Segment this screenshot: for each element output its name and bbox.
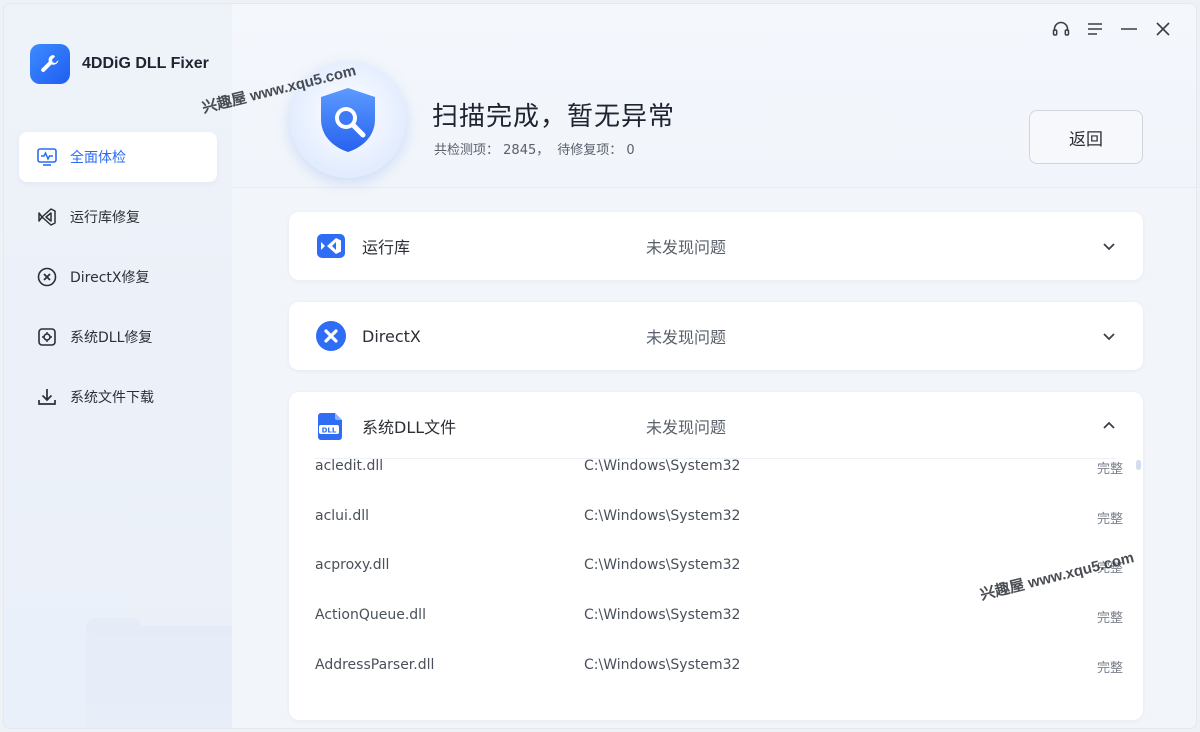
- table-row: acledit.dll C:\Windows\System32 完整: [289, 456, 1143, 506]
- dll-path: C:\Windows\System32: [584, 557, 741, 574]
- sidebar-item-label: 系统文件下载: [70, 390, 154, 406]
- chevron-down-icon[interactable]: [1099, 326, 1119, 346]
- dll-name: acledit.dll: [315, 458, 384, 474]
- back-button[interactable]: 返回: [1029, 110, 1143, 164]
- sidebar-item-system-dll-repair[interactable]: 系统DLL修复: [19, 312, 217, 362]
- app-window: 4DDiG DLL Fixer 全面体检 运行库修复 DirectX修复 系统D…: [4, 4, 1196, 728]
- dll-status: 完整: [1096, 660, 1123, 676]
- sidebar-item-system-file-download[interactable]: 系统文件下载: [19, 372, 217, 422]
- checked-label: 共检测项：: [434, 143, 500, 158]
- dll-name: aclui.dll: [315, 507, 370, 524]
- section-title: 运行库: [362, 238, 411, 257]
- sidebar-item-full-check[interactable]: 全面体检: [19, 132, 217, 182]
- dll-status: 完整: [1096, 611, 1123, 627]
- sidebar-item-label: 系统DLL修复: [70, 330, 153, 346]
- sidebar-nav: 全面体检 运行库修复 DirectX修复 系统DLL修复 系统文件下载: [19, 132, 217, 432]
- section-header[interactable]: DirectX 未发现问题: [289, 302, 1143, 370]
- summary-separator: ，: [536, 143, 550, 158]
- dll-path: C:\Windows\System32: [584, 507, 741, 524]
- dll-status: 完整: [1096, 462, 1123, 477]
- section-status: 未发现问题: [646, 418, 727, 437]
- sidebar-item-directx-repair[interactable]: DirectX修复: [19, 252, 217, 302]
- sidebar-item-label: 运行库修复: [70, 210, 140, 226]
- dll-status: 完整: [1096, 511, 1123, 527]
- dll-file-icon: DLL: [315, 410, 347, 442]
- section-directx: DirectX 未发现问题: [289, 302, 1143, 370]
- section-system-dll: DLL 系统DLL文件 未发现问题 acledit.dll C:\Windows…: [289, 392, 1143, 720]
- app-name: 4DDiG DLL Fixer: [82, 55, 209, 72]
- close-icon[interactable]: [1152, 18, 1174, 40]
- section-runtime: 运行库 未发现问题: [289, 212, 1143, 280]
- chevron-down-icon[interactable]: [1099, 236, 1119, 256]
- section-header[interactable]: DLL 系统DLL文件 未发现问题: [289, 392, 1143, 460]
- section-title: DirectX: [362, 326, 421, 346]
- dll-name: AddressParser.dll: [315, 656, 435, 673]
- menu-icon[interactable]: [1084, 18, 1106, 40]
- repair-count: 0: [626, 143, 635, 158]
- section-title: 系统DLL文件: [362, 418, 457, 437]
- monitor-pulse-icon: [36, 146, 58, 168]
- vs-code-icon: [36, 206, 58, 228]
- directx-badge-icon: [315, 320, 347, 352]
- section-status: 未发现问题: [646, 238, 727, 257]
- table-row: aclui.dll C:\Windows\System32 完整: [289, 506, 1143, 556]
- support-headset-icon[interactable]: [1050, 18, 1072, 40]
- window-controls: [1050, 18, 1174, 40]
- table-row: AddressParser.dll C:\Windows\System32 完整: [289, 655, 1143, 705]
- dll-name: acproxy.dll: [315, 557, 390, 574]
- minimize-icon[interactable]: [1118, 18, 1140, 40]
- main-panel: 扫描完成，暂无异常 共检测项： 2845， 待修复项： 0 返回 运行库 未发现…: [232, 4, 1196, 728]
- scan-header: 扫描完成，暂无异常 共检测项： 2845， 待修复项： 0 返回: [232, 4, 1196, 188]
- checked-count: 2845: [503, 143, 537, 158]
- repair-label: 待修复项：: [557, 143, 623, 158]
- chevron-up-icon[interactable]: [1099, 416, 1119, 436]
- section-status: 未发现问题: [646, 328, 727, 347]
- sidebar: 4DDiG DLL Fixer 全面体检 运行库修复 DirectX修复 系统D…: [4, 4, 232, 728]
- sidebar-item-label: DirectX修复: [70, 270, 150, 286]
- gear-file-icon: [36, 326, 58, 348]
- svg-text:DLL: DLL: [322, 427, 337, 435]
- visual-studio-icon: [315, 230, 347, 262]
- page-title: 扫描完成，暂无异常: [432, 102, 676, 132]
- sidebar-item-label: 全面体检: [70, 150, 126, 166]
- directx-icon: [36, 266, 58, 288]
- sidebar-item-runtime-repair[interactable]: 运行库修复: [19, 192, 217, 242]
- dll-name: ActionQueue.dll: [315, 607, 426, 624]
- dll-path: C:\Windows\System32: [584, 458, 741, 474]
- dll-path: C:\Windows\System32: [584, 656, 741, 673]
- folder-illustration: [86, 618, 232, 728]
- section-header[interactable]: 运行库 未发现问题: [289, 212, 1143, 280]
- brand: 4DDiG DLL Fixer: [30, 44, 209, 84]
- scan-summary: 共检测项： 2845， 待修复项： 0: [434, 139, 635, 158]
- download-icon: [36, 386, 58, 408]
- dll-path: C:\Windows\System32: [584, 607, 741, 624]
- scrollbar-thumb[interactable]: [1136, 460, 1141, 470]
- table-row: ActionQueue.dll C:\Windows\System32 完整: [289, 605, 1143, 655]
- wrench-logo-icon: [30, 44, 70, 84]
